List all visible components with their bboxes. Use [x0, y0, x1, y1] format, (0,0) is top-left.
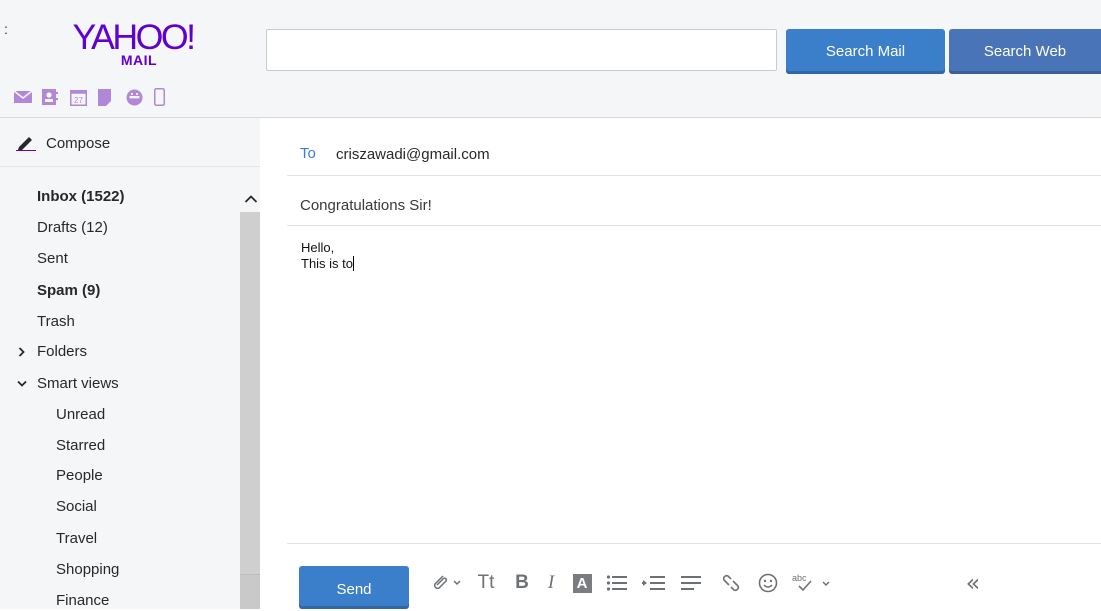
messenger-icon[interactable] — [126, 86, 154, 108]
search-web-button[interactable]: Search Web — [949, 29, 1101, 74]
sidebar-item-sent[interactable]: Sent — [37, 249, 68, 269]
sidebar-item-inbox[interactable]: Inbox (1522) — [37, 187, 125, 207]
sidebar-item-label: Smart views — [37, 375, 119, 392]
sidebar-item-shopping[interactable]: Shopping — [56, 560, 119, 580]
bullet-list-button[interactable] — [604, 570, 630, 596]
yahoo-mail-logo[interactable]: YAHOO! MAIL — [58, 20, 208, 68]
link-icon — [722, 574, 740, 592]
body-line: This is to — [301, 256, 354, 271]
mobile-icon[interactable] — [154, 86, 182, 108]
indent-icon — [642, 576, 665, 590]
mail-icon[interactable] — [14, 86, 42, 108]
subject-field[interactable]: Congratulations Sir! — [300, 197, 432, 214]
message-body[interactable]: Hello, This is to — [301, 240, 355, 272]
sidebar-item-drafts[interactable]: Drafts (12) — [37, 218, 108, 238]
logo-text: YAHOO! — [72, 18, 196, 57]
sidebar-item-unread[interactable]: Unread — [56, 405, 105, 425]
sidebar-item-folders[interactable]: Folders — [16, 342, 87, 362]
chevron-down-icon — [822, 581, 830, 587]
sidebar-divider — [0, 166, 260, 167]
compose-label: Compose — [46, 134, 111, 152]
bold-button[interactable]: B — [512, 570, 532, 596]
sidebar-item-label: Folders — [37, 343, 88, 360]
body-line: Hello, — [301, 240, 335, 255]
chevron-right-icon — [18, 347, 25, 357]
sidebar-item-people[interactable]: People — [56, 466, 103, 486]
sidebar-item-social[interactable]: Social — [56, 497, 97, 517]
chevron-down-icon — [453, 580, 461, 586]
collapse-folders-icon[interactable] — [244, 191, 258, 203]
link-button[interactable] — [718, 570, 744, 596]
sidebar-item-finance[interactable]: Finance — [56, 591, 109, 611]
emoji-button[interactable] — [756, 570, 780, 596]
font-size-button[interactable]: Tt — [473, 570, 499, 596]
collapse-toolbar-button[interactable]: « — [961, 569, 985, 597]
align-left-icon — [681, 576, 701, 590]
to-field[interactable]: criszawadi@gmail.com — [336, 146, 490, 163]
spellcheck-icon: abc — [792, 573, 830, 592]
search-input[interactable] — [266, 29, 777, 71]
sidebar-item-smart-views[interactable]: Smart views — [16, 374, 119, 394]
italic-button[interactable]: I — [543, 570, 559, 596]
indent-button[interactable] — [640, 570, 668, 596]
sidebar-scrollbar-thumb[interactable] — [240, 212, 260, 575]
send-button[interactable]: Send — [299, 566, 409, 609]
chevron-down-icon — [17, 380, 27, 387]
sidebar-item-trash[interactable]: Trash — [37, 312, 75, 332]
to-label: To — [300, 145, 316, 162]
toolbar-divider — [287, 543, 1101, 544]
sidebar-item-travel[interactable]: Travel — [56, 529, 97, 549]
bullet-list-icon — [606, 575, 627, 591]
corner-mark: : — [4, 21, 8, 37]
notepad-icon[interactable] — [98, 86, 126, 108]
spellcheck-label: abc — [792, 573, 807, 583]
contacts-icon[interactable] — [42, 86, 70, 108]
calendar-icon[interactable]: 27 — [70, 86, 98, 108]
paperclip-icon — [433, 575, 448, 590]
compose-button[interactable]: Compose — [16, 131, 110, 155]
to-divider — [287, 175, 1101, 176]
align-button[interactable] — [679, 570, 705, 596]
calendar-day: 27 — [74, 96, 83, 105]
spellcheck-button[interactable]: abc — [791, 570, 835, 596]
search-mail-button[interactable]: Search Mail — [786, 29, 945, 74]
text-cursor — [353, 256, 355, 271]
subject-divider — [287, 225, 1101, 226]
background-color-button[interactable]: A — [571, 570, 593, 596]
sidebar-item-starred[interactable]: Starred — [56, 436, 105, 456]
sidebar-item-spam[interactable]: Spam (9) — [37, 281, 100, 301]
smiley-icon — [758, 573, 778, 593]
pencil-icon — [16, 137, 36, 151]
attach-button[interactable] — [430, 570, 464, 596]
app-switcher: 27 — [14, 86, 182, 108]
background-color-icon: A — [572, 573, 592, 593]
